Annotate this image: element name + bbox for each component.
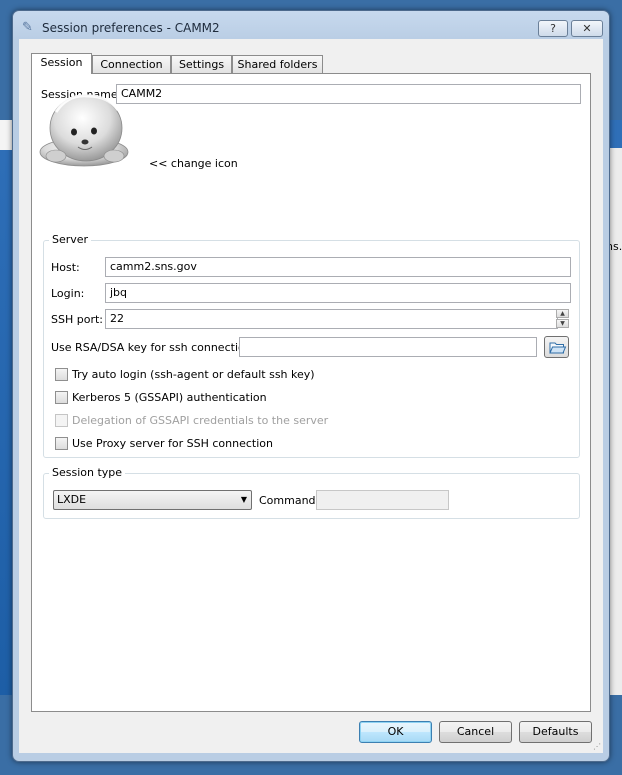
session-type-select[interactable]: LXDE ▼ [53,490,252,510]
session-name-input[interactable]: CAMM2 [116,84,581,104]
kerberos-checkbox[interactable] [55,391,68,404]
close-button[interactable]: ✕ [571,20,603,37]
auto-login-label: Try auto login (ssh-agent or default ssh… [72,368,315,381]
ssh-port-spinner[interactable]: ▲ ▼ [556,309,569,329]
kerberos-label: Kerberos 5 (GSSAPI) authentication [72,391,267,404]
ok-button[interactable]: OK [359,721,432,743]
change-icon-link[interactable]: << change icon [149,157,238,170]
defaults-button[interactable]: Defaults [519,721,592,743]
proxy-label: Use Proxy server for SSH connection [72,437,273,450]
resize-grip-icon[interactable]: ⋰ [593,742,601,751]
desktop-background-window: ns. [606,120,622,695]
proxy-checkbox[interactable] [55,437,68,450]
pen-icon: ✎ [22,20,33,35]
host-input[interactable]: camm2.sns.gov [105,257,571,277]
session-type-group-title: Session type [49,466,126,479]
ssh-port-input[interactable]: 22 [105,309,558,329]
browse-key-button[interactable] [544,336,569,358]
session-type-value: LXDE [57,493,87,506]
rsa-key-input[interactable] [239,337,537,357]
seal-session-icon[interactable] [38,90,130,172]
gssapi-delegation-checkbox [55,414,68,427]
ssh-port-label: SSH port: [51,313,103,326]
dialog-client-area: Session Connection Settings Shared folde… [19,39,603,753]
help-icon: ? [550,22,556,35]
server-group: Server Host: camm2.sns.gov Login: jbq SS… [43,233,580,458]
window-title: Session preferences - CAMM2 [42,21,220,35]
session-tab-panel: Session name: CAMM2 << change icon Serve… [31,73,591,712]
session-preferences-dialog: ✎ Session preferences - CAMM2 ? ✕ Sessio… [12,10,610,762]
tab-settings[interactable]: Settings [171,55,232,73]
cancel-button[interactable]: Cancel [439,721,512,743]
chevron-down-icon: ▼ [240,495,247,504]
tab-session[interactable]: Session [31,53,92,74]
login-input[interactable]: jbq [105,283,571,303]
auto-login-checkbox[interactable] [55,368,68,381]
tab-shared-folders[interactable]: Shared folders [232,55,323,73]
host-label: Host: [51,261,80,274]
server-group-title: Server [49,233,92,246]
rsa-key-label: Use RSA/DSA key for ssh connection: [51,341,256,354]
tab-connection[interactable]: Connection [92,55,171,73]
login-label: Login: [51,287,85,300]
spin-up-icon[interactable]: ▲ [556,309,569,318]
gssapi-delegation-label: Delegation of GSSAPI credentials to the … [72,414,329,427]
command-label: Command: [259,494,320,507]
help-button[interactable]: ? [538,20,568,37]
command-input [316,490,449,510]
spin-down-icon[interactable]: ▼ [556,319,569,328]
session-type-group: Session type LXDE ▼ Command: [43,466,580,519]
close-icon: ✕ [582,22,592,35]
folder-icon [549,342,567,354]
